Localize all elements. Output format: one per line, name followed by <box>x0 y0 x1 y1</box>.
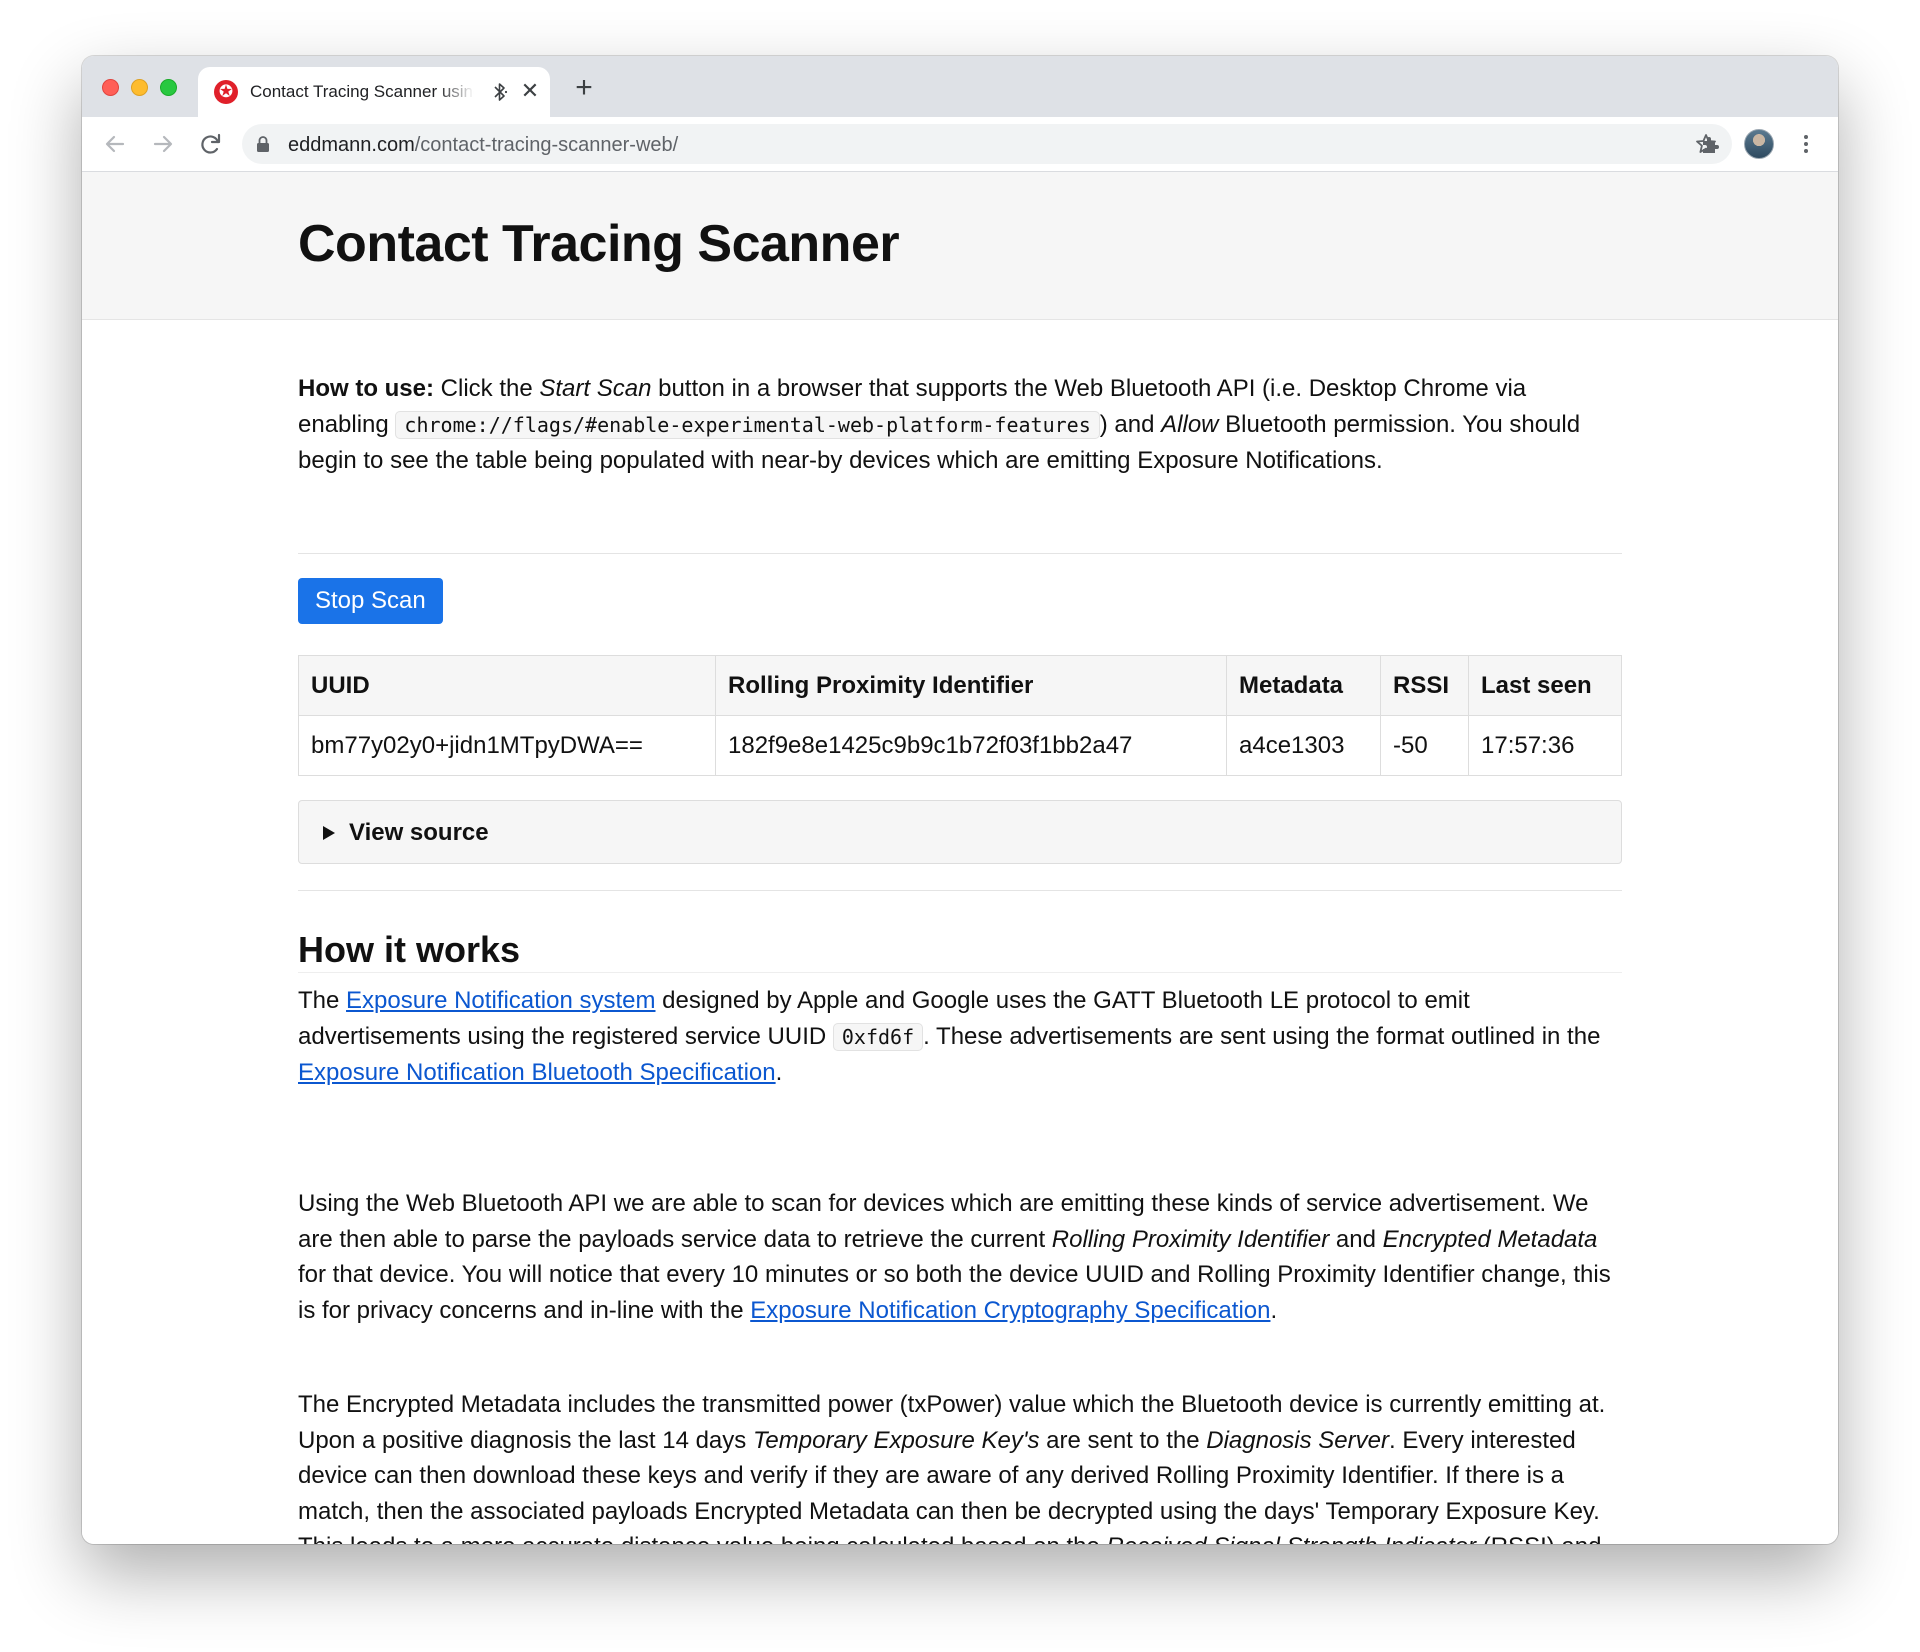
tek-emphasis: Temporary Exposure Key's <box>752 1426 1040 1454</box>
flag-code: chrome://flags/#enable-experimental-web-… <box>395 410 1100 439</box>
cell-last-seen: 17:57:36 <box>1468 715 1622 776</box>
url-text[interactable]: eddmann.com/contact-tracing-scanner-web/ <box>288 134 678 157</box>
text-span: . <box>775 1059 783 1086</box>
col-uuid: UUID <box>298 655 716 716</box>
text-span: . These advertisements are sent using th… <box>923 1022 1601 1050</box>
col-last-seen: Last seen <box>1468 655 1622 716</box>
cell-uuid: bm77y02y0+jidn1MTpyDWA== <box>298 715 716 776</box>
profile-avatar[interactable] <box>1744 129 1774 159</box>
cell-metadata: a4ce1303 <box>1226 715 1381 776</box>
text-span: The <box>298 987 347 1014</box>
how-to-use-lead: How to use: <box>298 375 434 402</box>
page-content: Contact Tracing Scanner How to use: Clic… <box>82 172 1838 1544</box>
tab-title: Contact Tracing Scanner using Web Blueto… <box>250 82 474 101</box>
divider <box>298 890 1622 891</box>
favicon-icon: ✪ <box>214 80 238 104</box>
cryptography-specification-link[interactable]: Exposure Notification Cryptography Speci… <box>750 1297 1270 1324</box>
more-menu-icon[interactable] <box>1794 132 1818 156</box>
browser-toolbar: eddmann.com/contact-tracing-scanner-web/ <box>82 117 1838 172</box>
text-span: Click the <box>434 375 540 402</box>
heading-underline <box>298 972 1622 973</box>
page-header: Contact Tracing Scanner <box>82 172 1838 320</box>
bluetooth-icon <box>494 83 508 101</box>
url-path: /contact-tracing-scanner-web/ <box>414 134 679 156</box>
col-metadata: Metadata <box>1226 655 1381 716</box>
stop-scan-button[interactable]: Stop Scan <box>298 578 443 624</box>
text-span: . <box>1270 1296 1278 1324</box>
minimize-window-button[interactable] <box>131 79 148 96</box>
how-it-works-p3: The Encrypted Metadata includes the tran… <box>298 1387 1622 1544</box>
page-title: Contact Tracing Scanner <box>298 215 900 273</box>
lock-icon[interactable] <box>256 135 270 153</box>
tab-close-icon[interactable]: ✕ <box>516 76 544 106</box>
back-arrow-icon[interactable] <box>100 129 130 159</box>
col-rssi: RSSI <box>1380 655 1469 716</box>
url-host: eddmann.com <box>288 134 415 156</box>
rpi-emphasis: Rolling Proximity Identifier <box>1051 1225 1330 1253</box>
allow-emphasis: Allow <box>1161 410 1219 438</box>
address-bar[interactable]: eddmann.com/contact-tracing-scanner-web/ <box>242 124 1732 164</box>
disclosure-triangle-icon <box>323 826 335 840</box>
bluetooth-specification-link[interactable]: Exposure Notification Bluetooth Specific… <box>298 1059 776 1086</box>
devices-table: UUID Rolling Proximity Identifier Metada… <box>298 655 1622 776</box>
text-span: are sent to the <box>1039 1426 1207 1454</box>
view-source-label: View source <box>349 819 489 846</box>
service-uuid-code: 0xfd6f <box>832 1022 924 1051</box>
forward-arrow-icon[interactable] <box>148 129 178 159</box>
rssi-emphasis: Received Signal Strength Indicator <box>1107 1533 1477 1544</box>
text-span: and <box>1329 1225 1383 1253</box>
tab-strip: ✪ Contact Tracing Scanner using Web Blue… <box>82 56 1838 117</box>
view-source-toggle[interactable]: View source <box>298 800 1622 864</box>
zoom-window-button[interactable] <box>160 79 177 96</box>
divider <box>298 553 1622 554</box>
table-row: bm77y02y0+jidn1MTpyDWA== 182f9e8e1425c9b… <box>298 715 1622 776</box>
how-it-works-p1: The Exposure Notification system designe… <box>298 983 1622 1091</box>
text-span: ) and <box>1099 410 1162 438</box>
browser-window: ✪ Contact Tracing Scanner using Web Blue… <box>82 56 1838 1544</box>
new-tab-button[interactable]: + <box>568 72 600 104</box>
how-it-works-heading: How it works <box>298 929 521 970</box>
exposure-notification-system-link[interactable]: Exposure Notification system <box>346 987 655 1014</box>
extensions-icon[interactable] <box>1699 132 1723 156</box>
how-to-use-text: How to use: Click the Start Scan button … <box>298 371 1622 479</box>
cell-rssi: -50 <box>1380 715 1469 776</box>
how-it-works-p2: Using the Web Bluetooth API we are able … <box>298 1186 1622 1328</box>
diagnosis-server-emphasis: Diagnosis Server <box>1206 1426 1389 1454</box>
reload-icon[interactable] <box>196 129 226 159</box>
close-window-button[interactable] <box>102 79 119 96</box>
start-scan-emphasis: Start Scan <box>539 375 652 402</box>
encrypted-metadata-emphasis: Encrypted Metadata <box>1382 1225 1598 1253</box>
table-header-row: UUID Rolling Proximity Identifier Metada… <box>298 655 1622 716</box>
tab-contact-tracing-scanner[interactable]: ✪ Contact Tracing Scanner using Web Blue… <box>198 67 550 117</box>
cell-rpi: 182f9e8e1425c9b9c1b72f03f1bb2a47 <box>715 715 1227 776</box>
col-rolling-proximity-identifier: Rolling Proximity Identifier <box>715 655 1227 716</box>
